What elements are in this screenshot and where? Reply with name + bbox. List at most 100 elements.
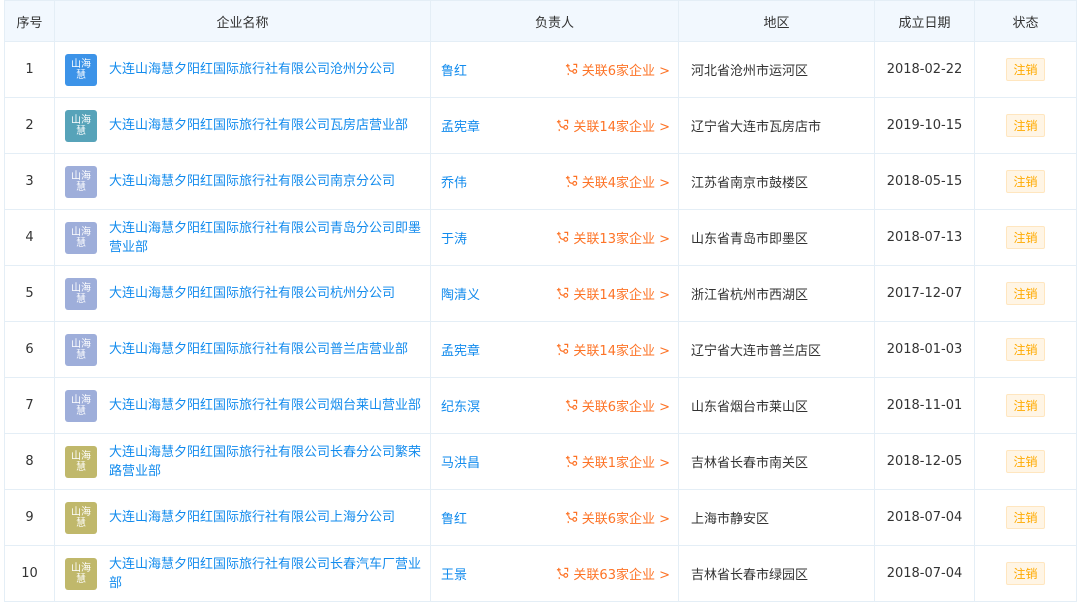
related-companies-link[interactable]: 关联14家企业 > bbox=[556, 340, 670, 359]
date-text: 2018-07-13 bbox=[886, 230, 963, 245]
date-cell: 2018-01-03 bbox=[874, 321, 975, 378]
company-logo[interactable]: 山海 慧 bbox=[65, 109, 97, 142]
logo-text-top: 山海 bbox=[71, 506, 91, 518]
related-companies-link[interactable]: 关联14家企业 > bbox=[556, 116, 670, 135]
row-index-text: 1 bbox=[25, 62, 34, 77]
table-row: 7 山海 慧 大连山海慧夕阳红国际旅行社有限公司烟台莱山营业部 纪东溟 关联6家… bbox=[4, 377, 1077, 434]
related-companies-link[interactable]: 关联4家企业 > bbox=[565, 172, 670, 191]
status-cell: 注销 bbox=[974, 97, 1077, 154]
logo-text-top: 山海 bbox=[71, 282, 91, 294]
related-companies-link[interactable]: 关联1家企业 > bbox=[565, 452, 670, 471]
date-text: 2017-12-07 bbox=[886, 286, 963, 301]
logo-text-top: 山海 bbox=[71, 58, 91, 70]
person-name-link[interactable]: 王景 bbox=[441, 564, 467, 583]
date-text: 2018-05-15 bbox=[886, 174, 963, 189]
related-companies-text: 关联6家企业 > bbox=[581, 512, 670, 527]
company-name-link[interactable]: 大连山海慧夕阳红国际旅行社有限公司上海分公司 bbox=[109, 508, 395, 527]
row-index-text: 6 bbox=[25, 342, 34, 357]
logo-text-bottom: 慧 bbox=[76, 237, 86, 249]
company-logo[interactable]: 山海 慧 bbox=[65, 221, 97, 254]
row-index: 3 bbox=[4, 153, 55, 210]
company-logo[interactable]: 山海 慧 bbox=[65, 333, 97, 366]
person-name-link[interactable]: 孟宪章 bbox=[441, 116, 480, 135]
region-text: 吉林省长春市南关区 bbox=[691, 456, 809, 471]
table-row: 10 山海 慧 大连山海慧夕阳红国际旅行社有限公司长春汽车厂营业部 王景 关联6… bbox=[4, 545, 1077, 602]
person-name-link[interactable]: 孟宪章 bbox=[441, 340, 480, 359]
person-name-link[interactable]: 鲁红 bbox=[441, 508, 467, 527]
company-logo[interactable]: 山海 慧 bbox=[65, 445, 97, 478]
date-cell: 2018-07-04 bbox=[874, 489, 975, 546]
logo-text-top: 山海 bbox=[71, 562, 91, 574]
company-logo[interactable]: 山海 慧 bbox=[65, 53, 97, 86]
company-name-link[interactable]: 大连山海慧夕阳红国际旅行社有限公司普兰店营业部 bbox=[109, 340, 408, 359]
person-cell: 乔伟 关联4家企业 > bbox=[430, 153, 679, 210]
related-companies-link[interactable]: 关联14家企业 > bbox=[556, 284, 670, 303]
table-row: 8 山海 慧 大连山海慧夕阳红国际旅行社有限公司长春分公司繁荣路营业部 马洪昌 bbox=[4, 433, 1077, 490]
company-name-link[interactable]: 大连山海慧夕阳红国际旅行社有限公司烟台莱山营业部 bbox=[109, 396, 421, 415]
company-logo[interactable]: 山海 慧 bbox=[65, 277, 97, 310]
header-person: 负责人 bbox=[430, 0, 679, 42]
related-companies-text: 关联14家企业 > bbox=[573, 344, 670, 359]
status-badge: 注销 bbox=[1006, 562, 1045, 585]
person-cell: 于涛 关联13家企业 > bbox=[430, 209, 679, 266]
company-cell: 山海 慧 大连山海慧夕阳红国际旅行社有限公司瓦房店营业部 bbox=[54, 97, 431, 154]
row-index: 2 bbox=[4, 97, 55, 154]
relation-icon bbox=[565, 455, 577, 468]
person-name-link[interactable]: 于涛 bbox=[441, 228, 467, 247]
company-name-link[interactable]: 大连山海慧夕阳红国际旅行社有限公司青岛分公司即墨营业部 bbox=[109, 219, 422, 257]
row-index: 1 bbox=[4, 41, 55, 98]
relation-icon bbox=[565, 399, 577, 412]
related-companies-text: 关联6家企业 > bbox=[581, 400, 670, 415]
company-name-link[interactable]: 大连山海慧夕阳红国际旅行社有限公司沧州分公司 bbox=[109, 60, 395, 79]
relation-icon bbox=[565, 63, 577, 76]
row-index: 6 bbox=[4, 321, 55, 378]
person-name-link[interactable]: 乔伟 bbox=[441, 172, 467, 191]
company-cell: 山海 慧 大连山海慧夕阳红国际旅行社有限公司上海分公司 bbox=[54, 489, 431, 546]
person-name-link[interactable]: 鲁红 bbox=[441, 60, 467, 79]
relation-icon bbox=[557, 287, 569, 300]
logo-text-top: 山海 bbox=[71, 394, 91, 406]
table-row: 2 山海 慧 大连山海慧夕阳红国际旅行社有限公司瓦房店营业部 孟宪章 关联14家… bbox=[4, 97, 1077, 154]
company-logo[interactable]: 山海 慧 bbox=[65, 557, 97, 590]
company-logo[interactable]: 山海 慧 bbox=[65, 501, 97, 534]
logo-text-bottom: 慧 bbox=[76, 69, 86, 81]
region-text: 山东省烟台市莱山区 bbox=[691, 400, 809, 415]
company-logo[interactable]: 山海 慧 bbox=[65, 165, 97, 198]
company-name-link[interactable]: 大连山海慧夕阳红国际旅行社有限公司南京分公司 bbox=[109, 172, 395, 191]
related-companies-link[interactable]: 关联13家企业 > bbox=[556, 228, 670, 247]
relation-icon bbox=[565, 175, 577, 188]
company-cell: 山海 慧 大连山海慧夕阳红国际旅行社有限公司长春分公司繁荣路营业部 bbox=[54, 433, 431, 490]
status-badge: 注销 bbox=[1006, 338, 1045, 361]
date-cell: 2019-10-15 bbox=[874, 97, 975, 154]
region-text: 江苏省南京市鼓楼区 bbox=[691, 176, 809, 191]
related-companies-link[interactable]: 关联6家企业 > bbox=[565, 396, 670, 415]
related-companies-link[interactable]: 关联6家企业 > bbox=[565, 508, 670, 527]
date-text: 2018-12-05 bbox=[886, 454, 963, 469]
company-name-link[interactable]: 大连山海慧夕阳红国际旅行社有限公司杭州分公司 bbox=[109, 284, 395, 303]
person-name-link[interactable]: 马洪昌 bbox=[441, 452, 480, 471]
logo-text-bottom: 慧 bbox=[76, 573, 86, 585]
status-cell: 注销 bbox=[974, 377, 1077, 434]
table-row: 1 山海 慧 大连山海慧夕阳红国际旅行社有限公司沧州分公司 鲁红 关联6家企业 … bbox=[4, 41, 1077, 98]
company-cell: 山海 慧 大连山海慧夕阳红国际旅行社有限公司烟台莱山营业部 bbox=[54, 377, 431, 434]
region-cell: 河北省沧州市运河区 bbox=[678, 41, 875, 98]
header-company: 企业名称 bbox=[54, 0, 431, 42]
company-cell: 山海 慧 大连山海慧夕阳红国际旅行社有限公司南京分公司 bbox=[54, 153, 431, 210]
header-date: 成立日期 bbox=[874, 0, 975, 42]
status-badge: 注销 bbox=[1006, 114, 1045, 137]
person-cell: 陶清义 关联14家企业 > bbox=[430, 265, 679, 322]
region-text: 浙江省杭州市西湖区 bbox=[691, 288, 809, 303]
logo-text-bottom: 慧 bbox=[76, 181, 86, 193]
related-companies-link[interactable]: 关联63家企业 > bbox=[556, 564, 670, 583]
status-cell: 注销 bbox=[974, 321, 1077, 378]
header-status: 状态 bbox=[974, 0, 1077, 42]
company-name-link[interactable]: 大连山海慧夕阳红国际旅行社有限公司长春分公司繁荣路营业部 bbox=[109, 443, 422, 481]
company-name-link[interactable]: 大连山海慧夕阳红国际旅行社有限公司瓦房店营业部 bbox=[109, 116, 408, 135]
related-companies-link[interactable]: 关联6家企业 > bbox=[565, 60, 670, 79]
company-name-link[interactable]: 大连山海慧夕阳红国际旅行社有限公司长春汽车厂营业部 bbox=[109, 555, 422, 593]
row-index-text: 10 bbox=[21, 566, 38, 581]
region-cell: 上海市静安区 bbox=[678, 489, 875, 546]
person-name-link[interactable]: 纪东溟 bbox=[441, 396, 480, 415]
company-logo[interactable]: 山海 慧 bbox=[65, 389, 97, 422]
person-name-link[interactable]: 陶清义 bbox=[441, 284, 480, 303]
